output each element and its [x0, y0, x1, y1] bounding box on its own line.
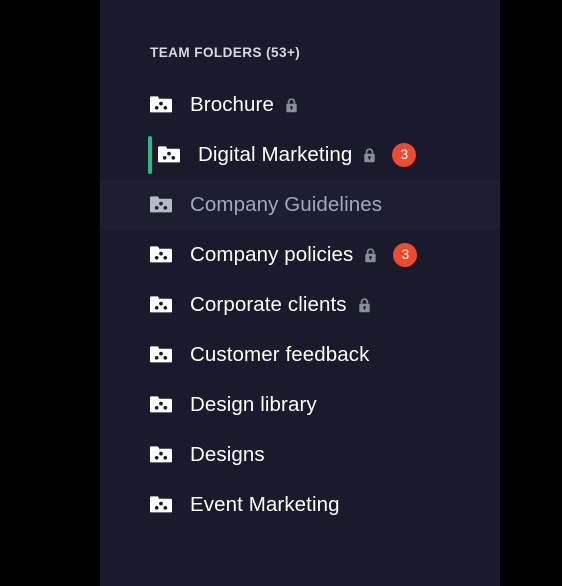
folder-list-item-company-policies[interactable]: Company policies 3 [100, 230, 500, 280]
shared-folder-icon [158, 146, 180, 164]
folder-list-item-brochure[interactable]: Brochure [100, 80, 500, 130]
shared-folder-icon [150, 296, 172, 314]
team-folders-section-header: TEAM FOLDERS (53+) [150, 45, 301, 60]
folder-name-label: Customer feedback [190, 343, 370, 366]
shared-folder-icon [150, 96, 172, 114]
team-folders-list: Brochure Digital Marketing 3 Company Gui… [100, 80, 500, 530]
folder-list-item-customer-feedback[interactable]: Customer feedback [100, 330, 500, 380]
folder-name-label: Designs [190, 443, 265, 466]
folder-count-badge: 3 [392, 143, 417, 167]
lock-icon [358, 297, 371, 313]
folder-list-item-company-guidelines[interactable]: Company Guidelines [100, 180, 500, 230]
lock-icon [364, 247, 377, 263]
folder-list-item-digital-marketing[interactable]: Digital Marketing 3 [100, 130, 500, 180]
folder-name-label: Company policies [190, 243, 354, 266]
folder-list-item-designs[interactable]: Designs [100, 430, 500, 480]
shared-folder-icon [150, 396, 172, 414]
folder-name-label: Digital Marketing [198, 143, 353, 166]
folder-name-label: Design library [190, 393, 317, 416]
folder-list-item-corporate-clients[interactable]: Corporate clients [100, 280, 500, 330]
folder-name-label: Company Guidelines [190, 193, 383, 216]
folder-name-label: Event Marketing [190, 493, 340, 516]
lock-icon [363, 147, 376, 163]
folder-count-badge: 3 [393, 243, 418, 267]
team-folders-panel: TEAM FOLDERS (53+) Brochure Digital Mark… [100, 0, 500, 586]
folder-list-item-design-library[interactable]: Design library [100, 380, 500, 430]
lock-icon [285, 97, 298, 113]
shared-folder-icon [150, 196, 172, 214]
screen: TEAM FOLDERS (53+) Brochure Digital Mark… [0, 0, 562, 586]
shared-folder-icon [150, 246, 172, 264]
shared-folder-icon [150, 346, 172, 364]
shared-folder-icon [150, 496, 172, 514]
folder-name-label: Brochure [190, 93, 274, 116]
folder-name-label: Corporate clients [190, 293, 347, 316]
folder-list-item-event-marketing[interactable]: Event Marketing [100, 480, 500, 530]
shared-folder-icon [150, 446, 172, 464]
